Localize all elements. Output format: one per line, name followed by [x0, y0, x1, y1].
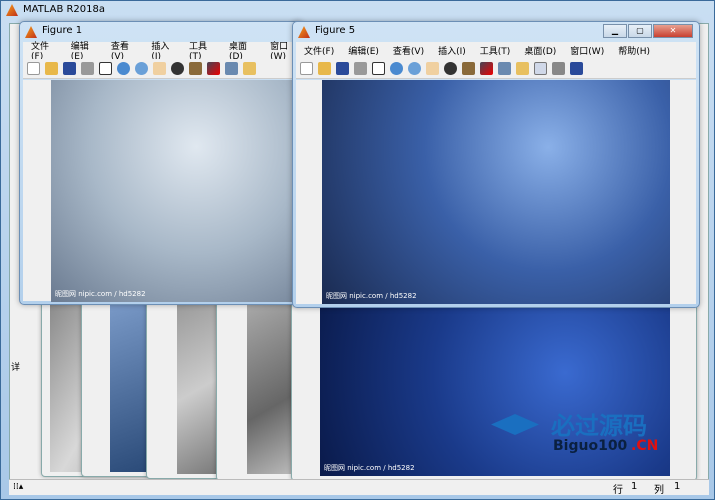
- menu-window[interactable]: 窗口(W): [570, 44, 604, 57]
- watermark-cn: 必过源码: [551, 412, 647, 440]
- new-file-icon[interactable]: [300, 62, 313, 75]
- link-icon[interactable]: [225, 62, 238, 75]
- matlab-logo-icon: [6, 4, 18, 16]
- print-icon[interactable]: [81, 62, 94, 75]
- menu-file[interactable]: 文件(F): [304, 44, 334, 57]
- close-button[interactable]: ✕: [653, 24, 693, 38]
- grip-icon[interactable]: ⁞⁞▴: [13, 482, 23, 492]
- menu-desktop[interactable]: 桌面(D): [524, 44, 556, 57]
- image-watermark: 昵图网 nipic.com / hd5282: [55, 290, 146, 298]
- figure-logo-icon: [25, 26, 37, 38]
- pan-icon[interactable]: [153, 62, 166, 75]
- show-icon[interactable]: [570, 62, 583, 75]
- minimize-button[interactable]: ▁: [603, 24, 627, 38]
- window-controls: ▁ ▢ ✕: [603, 24, 693, 38]
- figure-image: 昵图网 nipic.com / hd5282: [322, 80, 670, 304]
- figure-window-stacked[interactable]: [81, 301, 151, 477]
- status-bar: ⁞⁞▴ 行 1 列 1: [9, 479, 709, 496]
- toolbar: [296, 59, 696, 79]
- menu-help[interactable]: 帮助(H): [618, 44, 650, 57]
- watermark-tld: .CN: [631, 438, 659, 454]
- hide-icon[interactable]: [552, 62, 565, 75]
- graduation-cap-icon: [491, 414, 539, 435]
- figure-image: 昵图网 nipic.com / hd5282: [51, 80, 293, 302]
- open-folder-icon[interactable]: [45, 62, 58, 75]
- col-value: 1: [674, 481, 681, 492]
- pointer-icon[interactable]: [372, 62, 385, 75]
- save-icon[interactable]: [336, 62, 349, 75]
- colorbar-icon[interactable]: [516, 62, 529, 75]
- site-watermark: 必过源码 Biguo100 .CN: [491, 406, 691, 466]
- open-folder-icon[interactable]: [318, 62, 331, 75]
- menu-bar: 文件(F) 编辑(E) 查看(V) 插入(I) 工具(T) 桌面(D) 窗口(W…: [296, 42, 696, 59]
- rotate-icon[interactable]: [444, 62, 457, 75]
- zoom-out-icon[interactable]: [408, 62, 421, 75]
- pointer-icon[interactable]: [99, 62, 112, 75]
- figure-logo-icon: [298, 26, 310, 38]
- figure-title: Figure 1: [42, 25, 83, 36]
- row-value: 1: [631, 481, 638, 492]
- figure-title: Figure 5: [315, 25, 356, 36]
- figure-image: [247, 302, 295, 474]
- colorbar-icon[interactable]: [243, 62, 256, 75]
- new-file-icon[interactable]: [27, 62, 40, 75]
- pan-icon[interactable]: [426, 62, 439, 75]
- zoom-in-icon[interactable]: [390, 62, 403, 75]
- menu-insert[interactable]: 插入(I): [438, 44, 466, 57]
- legend-icon[interactable]: [534, 62, 547, 75]
- figure-window-stacked[interactable]: [216, 301, 296, 481]
- figure-5-window[interactable]: Figure 5 ▁ ▢ ✕ 文件(F) 编辑(E) 查看(V) 插入(I) 工…: [292, 21, 700, 308]
- figure-canvas: 昵图网 nipic.com / hd5282: [23, 80, 299, 302]
- side-panel-label: 详: [11, 363, 21, 373]
- menu-edit[interactable]: 编辑(E): [348, 44, 379, 57]
- watermark-domain: Biguo100: [553, 438, 628, 454]
- maximize-button[interactable]: ▢: [628, 24, 652, 38]
- brush-icon[interactable]: [480, 62, 493, 75]
- image-watermark: 昵图网 nipic.com / hd5282: [324, 464, 415, 472]
- row-label: 行: [613, 485, 623, 496]
- zoom-in-icon[interactable]: [117, 62, 130, 75]
- figure-image: [110, 302, 150, 472]
- app-title: MATLAB R2018a: [23, 4, 106, 15]
- menu-bar: 文件(F) 编辑(E) 查看(V) 插入(I) 工具(T) 桌面(D) 窗口(W…: [23, 42, 299, 62]
- image-watermark: 昵图网 nipic.com / hd5282: [326, 292, 417, 300]
- rotate-icon[interactable]: [171, 62, 184, 75]
- print-icon[interactable]: [354, 62, 367, 75]
- link-icon[interactable]: [498, 62, 511, 75]
- menu-tools[interactable]: 工具(T): [480, 44, 511, 57]
- figure-window-stacked[interactable]: [146, 301, 226, 479]
- zoom-out-icon[interactable]: [135, 62, 148, 75]
- data-cursor-icon[interactable]: [462, 62, 475, 75]
- toolbar: [23, 59, 299, 79]
- matlab-window: MATLAB R2018a 详 昵图网 nipic.com / hd5282 F…: [0, 0, 715, 500]
- save-icon[interactable]: [63, 62, 76, 75]
- figure-1-window[interactable]: Figure 1 文件(F) 编辑(E) 查看(V) 插入(I) 工具(T) 桌…: [19, 21, 303, 305]
- col-label: 列: [654, 485, 664, 496]
- menu-view[interactable]: 查看(V): [393, 44, 424, 57]
- figure-canvas: 昵图网 nipic.com / hd5282: [296, 80, 696, 304]
- data-cursor-icon[interactable]: [189, 62, 202, 75]
- brush-icon[interactable]: [207, 62, 220, 75]
